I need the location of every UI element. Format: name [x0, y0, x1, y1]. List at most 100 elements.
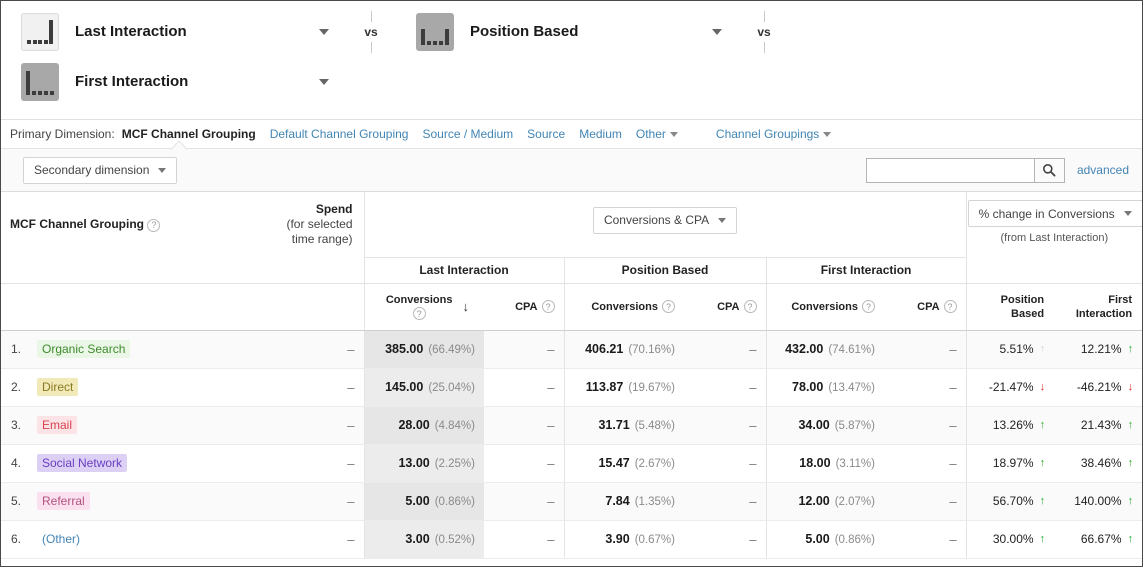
chevron-down-icon [158, 167, 167, 173]
spend-header-line1: Spend [315, 202, 353, 216]
cell-first-cpa: – [884, 444, 967, 483]
cell-position-cpa: – [684, 406, 766, 445]
help-icon[interactable]: ? [541, 300, 555, 313]
cell-last-conversions: 3.00 (0.52%) [363, 520, 484, 559]
model-selector-position-based[interactable]: Position Based [395, 12, 740, 51]
row-channel[interactable]: Direct [35, 368, 243, 407]
row-channel[interactable]: Email [35, 406, 243, 445]
dimension-other-label: Other [635, 127, 666, 141]
model-header-label: First Interaction [820, 263, 912, 277]
cell-position-conversions: 406.21 (70.16%) [563, 330, 684, 369]
metric-selector-button[interactable]: Conversions & CPA [592, 206, 738, 234]
table-header-metric-row: Conversions ? ↓ CPA ? Conversions ? CPA … [1, 283, 1142, 331]
table-row[interactable]: 6. (Other) –3.00 (0.52%) –3.90 (0.67%) –5.00 (0… [1, 520, 1142, 559]
table-row[interactable]: 4. Social Network –13.00 (2.25%) –15.47 (2.67… [1, 444, 1142, 483]
cell-first-cpa: – [884, 482, 967, 521]
cell-position-conversions: 15.47 (2.67%) [563, 444, 684, 483]
metric-label: CPA [917, 300, 940, 313]
help-icon[interactable]: ? [743, 300, 757, 313]
channel-label: (Other) [42, 532, 81, 546]
model-selector-first-interaction[interactable]: First Interaction [1, 62, 347, 101]
metric-header-position-cpa[interactable]: CPA ? [684, 283, 766, 331]
help-icon[interactable]: ? [412, 307, 426, 320]
table-row[interactable]: 3. Email –28.00 (4.84%) –31.71 (5.48%) –34.00(… [1, 406, 1142, 445]
vs-label: vs [757, 24, 771, 39]
row-channel[interactable]: (Other) [35, 520, 243, 559]
chevron-down-icon [718, 217, 727, 223]
trend-up-icon: ↑ [1127, 343, 1134, 355]
chevron-down-icon[interactable] [712, 28, 722, 35]
bars-first-interaction-icon [21, 62, 59, 101]
channel-label: Email [37, 416, 78, 434]
trend-up-icon: ↑ [1039, 457, 1046, 469]
dimension-link-source-medium[interactable]: Source / Medium [422, 127, 513, 141]
trend-down-icon: ↓ [1127, 381, 1134, 393]
help-icon[interactable]: ? [862, 300, 875, 313]
metric-header-first-conversions[interactable]: Conversions ? [765, 283, 884, 331]
cell-last-conversions: 385.00 (66.49%) [363, 330, 484, 369]
metric-header-first-cpa[interactable]: CPA ? [884, 283, 967, 331]
model-header-position-based: Position Based [563, 256, 766, 284]
chevron-down-icon[interactable] [319, 78, 329, 85]
dimension-link-other[interactable]: Other [636, 127, 678, 141]
row-index: 4. [1, 444, 35, 483]
secondary-dimension-button[interactable]: Secondary dimension [23, 156, 178, 184]
help-icon[interactable]: ? [147, 218, 161, 232]
vs-separator-1: vs [347, 5, 395, 58]
dimension-link-mcf-channel-grouping[interactable]: MCF Channel Grouping [122, 127, 256, 141]
model-selector-row-2: First Interaction vs [1, 54, 1142, 109]
help-icon[interactable]: ? [943, 300, 957, 313]
table-row[interactable]: 2. Direct –145.00 (25.04%) –113.87 (19.67%) –7… [1, 368, 1142, 407]
row-channel[interactable]: Social Network [35, 444, 243, 483]
dimension-header-cell: MCF Channel Grouping ? [1, 192, 243, 257]
table-header-model-row: Last Interaction Position Based First In… [1, 256, 1142, 284]
model-selector-bar: Last Interaction vs Position Based vs Fi… [1, 1, 1142, 119]
help-icon[interactable]: ? [662, 300, 675, 313]
cell-change-first-interaction: 66.67% ↑ [1054, 520, 1142, 559]
dimension-link-source[interactable]: Source [527, 127, 565, 141]
chevron-down-icon[interactable] [319, 28, 329, 35]
chevron-down-icon [1123, 211, 1132, 216]
cell-last-conversions: 28.00 (4.84%) [363, 406, 484, 445]
sort-descending-icon[interactable]: ↓ [463, 299, 470, 314]
cell-change-first-interaction: 12.21% ↑ [1054, 330, 1142, 369]
channel-label: Social Network [37, 454, 128, 472]
change-value: 140.00% [1074, 494, 1122, 508]
model-selector-last-interaction[interactable]: Last Interaction [1, 12, 347, 51]
dimension-link-channel-groupings[interactable]: Channel Groupings [716, 127, 832, 141]
metric-selector-label: Conversions & CPA [603, 213, 710, 228]
chevron-down-icon [669, 132, 678, 138]
bars-position-based-icon [416, 12, 454, 51]
cell-spend: – [243, 482, 364, 521]
table-header-top-row: MCF Channel Grouping ? Spend (for select… [1, 192, 1142, 257]
search-input[interactable] [865, 157, 1034, 183]
spend-header-line3: time range) [291, 232, 353, 246]
change-header-first-interaction[interactable]: First Interaction [1054, 283, 1142, 331]
row-index: 2. [1, 368, 35, 407]
table-row[interactable]: 5. Referral –5.00 (0.86%) –7.84 (1.35%) –12.00… [1, 482, 1142, 521]
cell-change-first-interaction: -46.21% ↓ [1054, 368, 1142, 407]
cell-change-position-based: 56.70% ↑ [965, 482, 1055, 521]
change-selector-button[interactable]: % change in Conversions [967, 200, 1142, 227]
trend-up-icon: ↑ [1127, 495, 1134, 507]
metric-header-last-cpa[interactable]: CPA ? [484, 283, 564, 331]
metric-header-last-conversions[interactable]: Conversions ? ↓ [363, 283, 484, 331]
dimension-link-medium[interactable]: Medium [579, 127, 622, 141]
trend-flat-icon: ↑ [1039, 343, 1046, 355]
spend-header-cell: Spend (for selected time range) [243, 192, 364, 257]
cell-change-position-based: 30.00% ↑ [965, 520, 1055, 559]
cell-last-conversions: 5.00 (0.86%) [363, 482, 484, 521]
dimension-link-default-channel-grouping[interactable]: Default Channel Grouping [270, 127, 409, 141]
cell-first-conversions: 432.00 (74.61%) [765, 330, 884, 369]
row-channel[interactable]: Organic Search [35, 330, 243, 369]
advanced-link[interactable]: advanced [1077, 163, 1129, 177]
channel-label: Referral [37, 492, 90, 510]
trend-up-icon: ↑ [1127, 419, 1134, 431]
table-row[interactable]: 1. Organic Search –385.00 (66.49%) –406.21 (7… [1, 330, 1142, 369]
search-button[interactable] [1033, 157, 1065, 183]
cell-spend: – [243, 444, 364, 483]
metric-header-position-conversions[interactable]: Conversions ? [563, 283, 684, 331]
change-header-position-based[interactable]: Position Based [965, 283, 1055, 331]
row-channel[interactable]: Referral [35, 482, 243, 521]
change-value: 56.70% [992, 494, 1034, 508]
